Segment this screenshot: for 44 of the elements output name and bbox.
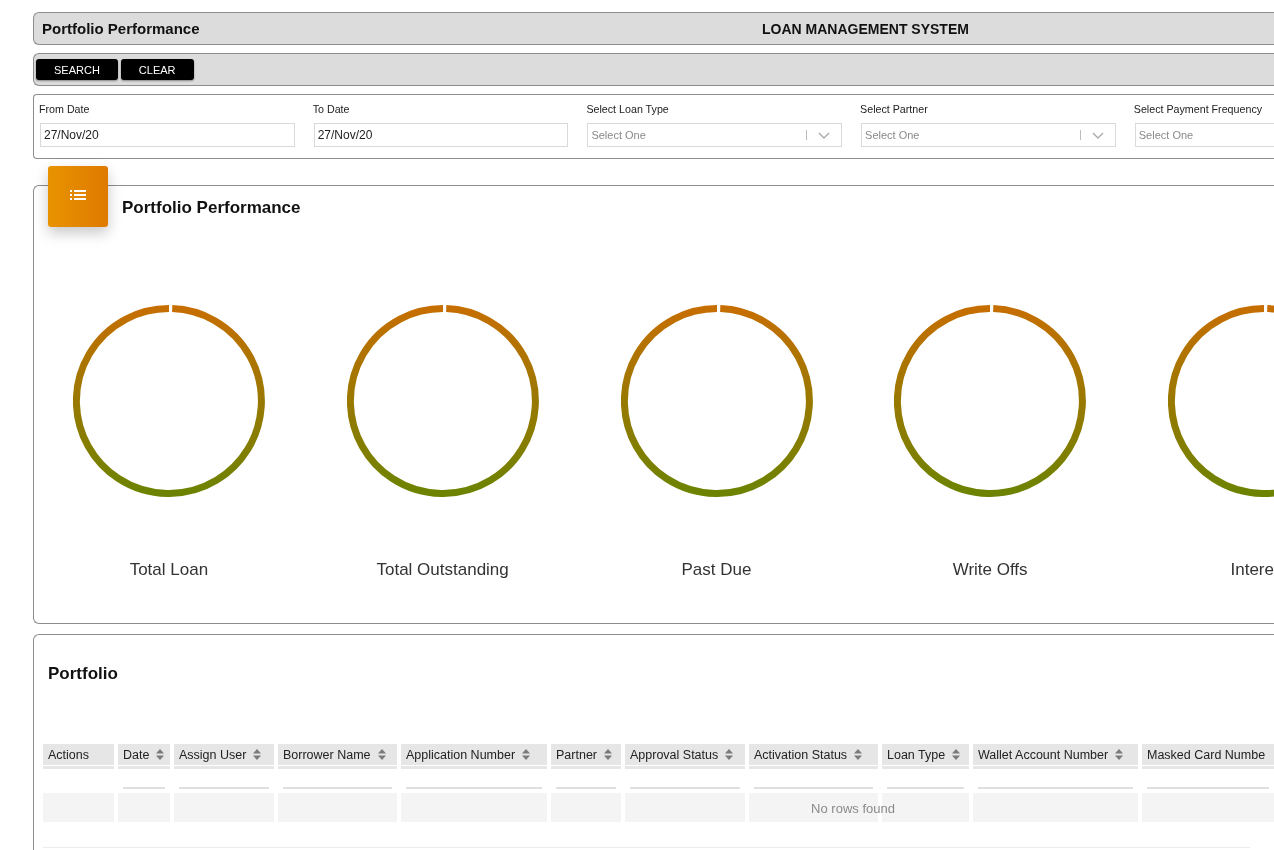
field-label: Select Payment Frequency (1133, 102, 1263, 116)
search-button[interactable]: SEARCH (36, 59, 118, 80)
sort-icon (604, 749, 612, 760)
column-header[interactable]: Loan Type (882, 744, 969, 765)
sort-icon (952, 749, 961, 760)
chevron-down-icon (1091, 131, 1104, 139)
system-title: LOAN MANAGEMENT SYSTEM (762, 20, 969, 37)
column-header[interactable]: Activation Status (749, 744, 878, 765)
field-label: Select Loan Type (586, 102, 669, 116)
field-label: To Date (312, 102, 350, 116)
column-header[interactable]: Wallet Account Number (973, 744, 1138, 765)
sort-icon (377, 749, 386, 760)
sort-icon (1115, 749, 1124, 760)
metric-label: Total Loan (129, 560, 209, 580)
select-field[interactable]: Select One (587, 123, 843, 147)
sort-icon (156, 749, 165, 760)
field-label: From Date (39, 102, 90, 116)
date-field[interactable]: 27/Nov/20 (313, 123, 569, 147)
page-title: Portfolio Performance (42, 20, 200, 37)
chevron-down-icon (818, 131, 831, 139)
metric-label: Write Offs (952, 560, 1028, 580)
sort-icon (253, 749, 262, 760)
field-label: Select Partner (860, 102, 928, 116)
select-field[interactable]: Select One (1134, 123, 1274, 147)
date-field[interactable]: 27/Nov/20 (40, 123, 295, 147)
clear-button[interactable]: CLEAR (120, 59, 194, 80)
column-header[interactable]: Partner (551, 744, 621, 765)
column-header[interactable]: Approval Status (625, 744, 745, 765)
metric-label: Past Due (681, 560, 752, 580)
sort-icon (522, 749, 531, 760)
select-field[interactable]: Select One (861, 123, 1116, 147)
column-header[interactable]: Assign User (174, 744, 274, 765)
section-title: Portfolio Performance (122, 198, 301, 218)
sort-icon (725, 749, 734, 760)
sort-icon (854, 749, 863, 760)
empty-message: No rows found (811, 800, 895, 815)
column-header: Actions (43, 744, 114, 765)
column-header[interactable]: Borrower Name (278, 744, 397, 765)
section-title: Portfolio (48, 664, 118, 684)
column-header[interactable]: Application Number (401, 744, 547, 765)
metric-label: Intere (1230, 560, 1274, 580)
column-header: Masked Card Numbe (1142, 744, 1274, 765)
metric-label: Total Outstanding (376, 560, 509, 580)
column-header[interactable]: Date (118, 744, 170, 765)
